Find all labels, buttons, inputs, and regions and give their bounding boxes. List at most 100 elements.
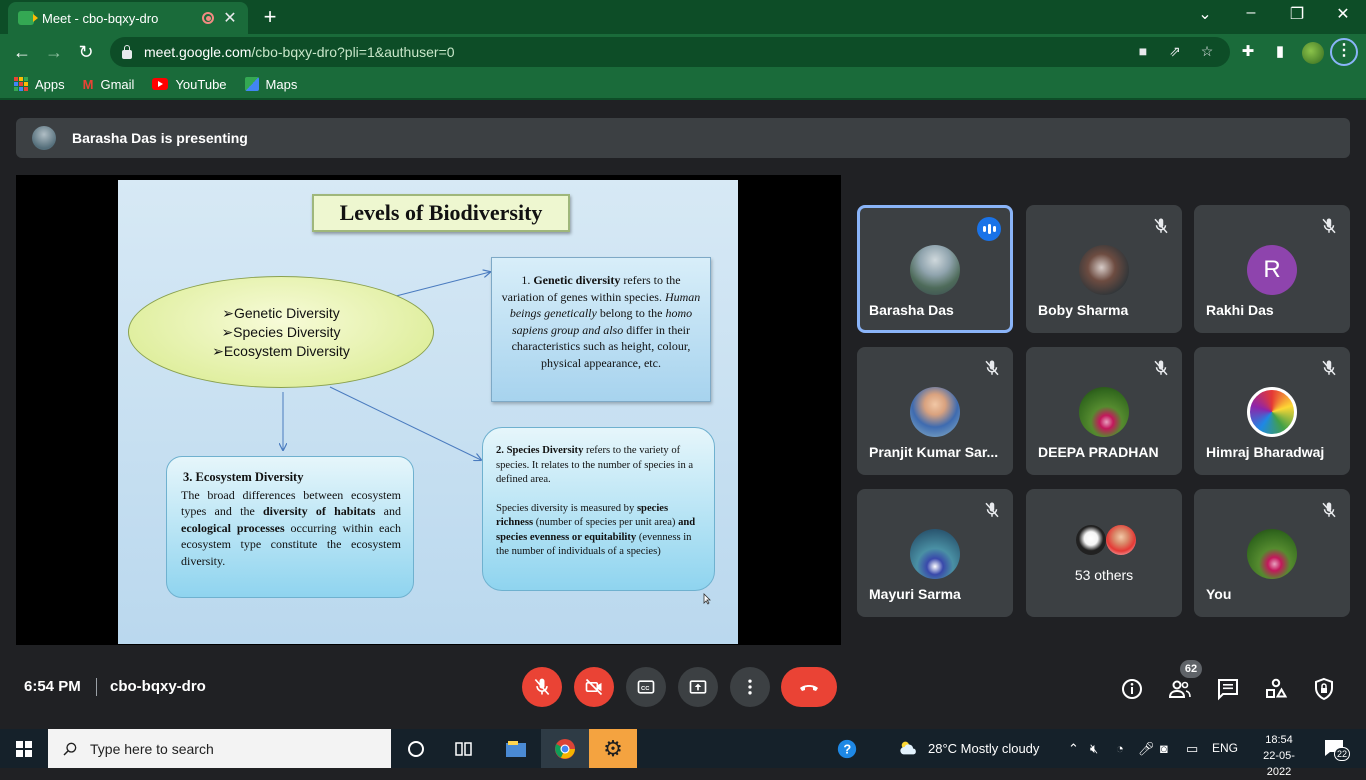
speaker-muted-icon[interactable]: 🔇︎ (1090, 741, 1098, 757)
participant-name: Mayuri Sarma (869, 586, 961, 602)
taskbar-clock[interactable]: 18:54 22-05-2022 (1254, 732, 1304, 780)
microphone-in-use-icon[interactable]: 🎤︎ (1138, 741, 1155, 757)
forward-arrow-icon[interactable]: → (42, 40, 66, 64)
wifi-icon[interactable]: ◔ (1116, 741, 1124, 756)
bookmark-label: Gmail (100, 76, 135, 92)
search-placeholder: Type here to search (90, 740, 214, 757)
ellipse-item: ➢Ecosystem Diversity (212, 342, 350, 359)
people-icon[interactable] (1168, 677, 1192, 701)
ecosystem-text: and (375, 504, 402, 518)
file-explorer-icon[interactable] (492, 729, 540, 768)
help-icon[interactable]: ? (836, 738, 858, 760)
participant-tile[interactable]: R Rakhi Das (1194, 205, 1350, 333)
presenting-text: Barasha Das is presenting (72, 130, 248, 146)
bookmark-label: Apps (35, 76, 65, 92)
tray-chevron-up-icon[interactable]: ⌃ (1068, 741, 1079, 757)
chat-icon[interactable] (1216, 677, 1240, 701)
taskbar-search[interactable]: Type here to search (48, 729, 391, 768)
ellipse-item: ➢Genetic Diversity (222, 304, 340, 321)
share-icon[interactable]: ⇗ (1166, 43, 1184, 60)
shared-screen: Levels of Biodiversity ➢Genetic Diversit… (16, 175, 841, 645)
settings-gear-icon[interactable]: ⚙ (589, 729, 637, 768)
presenting-banner: Barasha Das is presenting (16, 118, 1350, 158)
bookmark-apps[interactable]: Apps (14, 77, 65, 92)
participant-tile[interactable]: Himraj Bharadwaj (1194, 347, 1350, 475)
avatar (1247, 387, 1297, 437)
activities-icon[interactable] (1264, 677, 1288, 701)
participant-tile-others[interactable]: 53 others (1026, 489, 1182, 617)
present-screen-icon (689, 680, 707, 694)
host-controls-icon[interactable] (1312, 677, 1336, 701)
toggle-mic-button[interactable] (522, 667, 562, 707)
windows-start-icon[interactable] (16, 741, 32, 757)
extensions-puzzle-icon[interactable]: ✚ (1238, 42, 1258, 60)
ecosystem-heading: 3. Ecosystem Diversity (183, 470, 304, 484)
participant-name: Rakhi Das (1206, 302, 1274, 318)
camera-off-icon (585, 678, 603, 696)
new-tab-button[interactable]: + (258, 4, 282, 30)
participant-tile[interactable]: Mayuri Sarma (857, 489, 1013, 617)
avatar (1106, 525, 1136, 555)
cortana-icon[interactable] (392, 729, 440, 768)
address-bar[interactable]: meet.google.com /cbo-bqxy-dro?pli=1&auth… (110, 37, 1230, 67)
mic-off-icon (1154, 360, 1168, 376)
profile-avatar[interactable] (1302, 42, 1324, 64)
clock-date: 22-05-2022 (1263, 750, 1295, 778)
svg-text:?: ? (843, 742, 851, 757)
close-window-button[interactable]: ✕ (1328, 4, 1358, 24)
weather-text[interactable]: 28°C Mostly cloudy (928, 741, 1039, 756)
task-view-icon[interactable] (440, 729, 488, 768)
browser-menu-icon[interactable]: ⋮ (1330, 38, 1358, 66)
others-count-label: 53 others (1074, 567, 1134, 583)
clock-time: 18:54 (1265, 734, 1293, 746)
leave-call-button[interactable] (781, 667, 837, 707)
participant-count-badge: 62 (1180, 660, 1202, 678)
browser-tab-meet[interactable]: Meet - cbo-bqxy-dro ✕ (8, 2, 248, 34)
presentation-slide: Levels of Biodiversity ➢Genetic Diversit… (118, 180, 738, 644)
ecosystem-text-bold: diversity of habitats (263, 504, 376, 518)
participant-tile[interactable]: Barasha Das (857, 205, 1013, 333)
notifications-icon[interactable]: 22 (1324, 739, 1350, 761)
mic-off-icon (1322, 218, 1336, 234)
participant-tile-self[interactable]: You (1194, 489, 1350, 617)
participant-name: You (1206, 586, 1232, 602)
bookmark-star-icon[interactable]: ☆ (1198, 43, 1216, 60)
species-diversity-box: 2. Species Diversity refers to the varie… (482, 427, 715, 591)
toggle-camera-button[interactable] (574, 667, 614, 707)
reload-icon[interactable]: ↻ (74, 40, 98, 64)
presenter-avatar (32, 126, 56, 150)
more-options-button[interactable] (730, 667, 770, 707)
speaking-indicator-icon (977, 217, 1001, 241)
mic-off-icon (534, 678, 550, 696)
gmail-icon: M (82, 76, 94, 92)
meeting-details-icon[interactable] (1120, 677, 1144, 701)
camera-in-use-icon[interactable]: ■ (1134, 43, 1152, 59)
bookmark-gmail[interactable]: M Gmail (83, 77, 135, 92)
chrome-taskbar-icon[interactable] (541, 729, 589, 768)
end-call-icon (800, 685, 818, 691)
participant-tile[interactable]: Boby Sharma (1026, 205, 1182, 333)
participant-name: DEEPA PRADHAN (1038, 444, 1159, 460)
language-indicator[interactable]: ENG (1212, 741, 1238, 755)
captions-button[interactable]: CC (626, 667, 666, 707)
participant-tile[interactable]: Pranjit Kumar Sar... (857, 347, 1013, 475)
bookmark-label: YouTube (175, 76, 227, 92)
tab-close-icon[interactable]: ✕ (222, 8, 238, 28)
minimize-button[interactable]: – (1236, 4, 1266, 22)
participant-tile[interactable]: DEEPA PRADHAN (1026, 347, 1182, 475)
present-now-button[interactable] (678, 667, 718, 707)
battery-icon[interactable]: ▭ (1186, 741, 1198, 757)
avatar (1247, 529, 1297, 579)
camera-tray-icon[interactable]: ◙ (1160, 741, 1168, 756)
side-panel-icon[interactable]: ▮ (1270, 42, 1290, 60)
bookmark-youtube[interactable]: YouTube (152, 76, 227, 92)
tab-search-chevron-icon[interactable]: ⌄ (1190, 4, 1220, 24)
bookmark-maps[interactable]: Maps (244, 77, 297, 92)
restore-button[interactable]: ❐ (1282, 4, 1312, 24)
diversity-ellipse: ➢Genetic Diversity ➢Species Diversity ➢E… (128, 276, 434, 388)
back-arrow-icon[interactable]: ← (10, 40, 34, 64)
participant-name: Pranjit Kumar Sar... (869, 444, 999, 460)
youtube-icon (152, 78, 169, 90)
species-text: (number of species per unit area) (533, 517, 679, 528)
mic-off-icon (1154, 218, 1168, 234)
